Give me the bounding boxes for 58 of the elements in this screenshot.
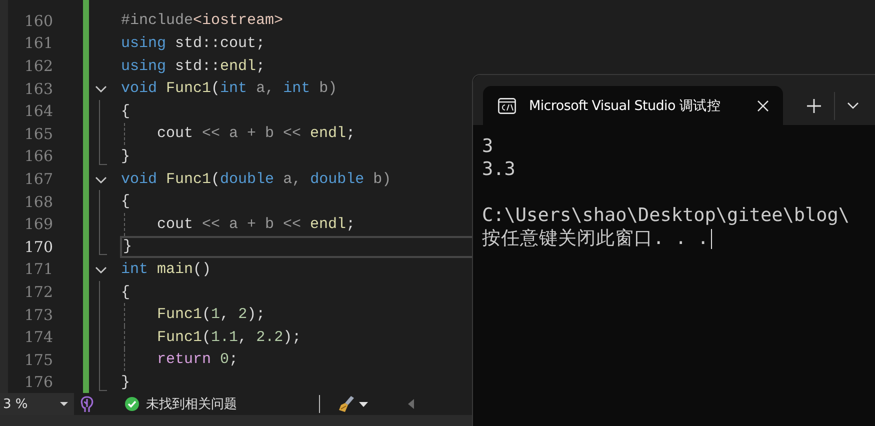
brush-icon[interactable] — [337, 395, 355, 413]
line-number: 166 — [23, 147, 53, 166]
code-line: } — [123, 238, 132, 256]
line-number: 163 — [23, 80, 53, 98]
code-line: Func1(1, 2); — [157, 306, 266, 324]
line-number: 174 — [23, 328, 53, 346]
code-line: using std::endl; — [121, 58, 266, 75]
caret-icon[interactable] — [359, 402, 368, 406]
line-number: 176 — [23, 373, 53, 392]
line-number: 168 — [23, 192, 53, 211]
terminal-tab[interactable]: Microsoft Visual Studio 调试控 — [483, 86, 783, 125]
issues-status[interactable]: 未找到相关问题 — [146, 395, 237, 413]
code-line: cout << a + b << endl; — [157, 125, 356, 142]
indent-guide — [124, 122, 125, 146]
console-output-line: 按任意键关闭此窗口. . . — [482, 227, 709, 250]
line-number: 172 — [23, 283, 53, 302]
code-line: int main() — [121, 260, 212, 278]
code-line: using std::cout; — [121, 34, 266, 52]
chevron-down-icon — [847, 102, 859, 109]
code-line: cout << a + b << endl; — [157, 216, 356, 233]
console-output-line: 3 — [482, 135, 494, 158]
text-cursor — [710, 228, 712, 248]
caret-icon — [60, 402, 68, 406]
code-line: } — [121, 374, 130, 391]
code-line: { — [121, 284, 130, 301]
console-output-line: C:\Users\shao\Desktop\gitee\blog\ — [482, 204, 850, 227]
line-number: 169 — [23, 215, 53, 234]
code-line: #include<iostream> — [121, 12, 284, 30]
tab-title: Microsoft Visual Studio 调试控 — [529, 96, 722, 114]
console-icon — [498, 98, 516, 114]
line-number: 162 — [23, 57, 53, 76]
console-output-line: 3.3 — [482, 158, 516, 181]
collapse-chevron-icon[interactable] — [95, 176, 107, 184]
line-number: 161 — [23, 34, 53, 52]
line-number: 170 — [23, 238, 53, 256]
brain-icon[interactable] — [79, 395, 95, 413]
collapse-chevron-icon[interactable] — [95, 266, 107, 274]
close-icon[interactable] — [757, 100, 769, 112]
plus-icon — [807, 98, 821, 112]
line-number: 165 — [23, 124, 53, 143]
line-number: 171 — [23, 260, 53, 278]
line-number: 160 — [23, 12, 53, 30]
line-number: 167 — [23, 170, 53, 188]
code-line: { — [121, 193, 130, 210]
line-number: 164 — [23, 102, 53, 120]
check-icon — [125, 397, 139, 411]
code-line: } — [121, 148, 130, 165]
line-number: 175 — [23, 350, 53, 369]
indent-guide — [124, 212, 125, 236]
code-line: void Func1(int a, int b) — [121, 80, 338, 98]
code-line: return 0; — [157, 351, 238, 368]
zoom-level: 3 % — [3, 396, 28, 412]
code-line: void Func1(double a, double b) — [121, 170, 392, 188]
line-number: 173 — [23, 306, 53, 324]
scroll-left-icon[interactable] — [408, 399, 414, 409]
code-line: { — [121, 102, 130, 120]
code-line: Func1(1.1, 2.2); — [157, 328, 302, 346]
collapse-chevron-icon[interactable] — [95, 85, 107, 94]
